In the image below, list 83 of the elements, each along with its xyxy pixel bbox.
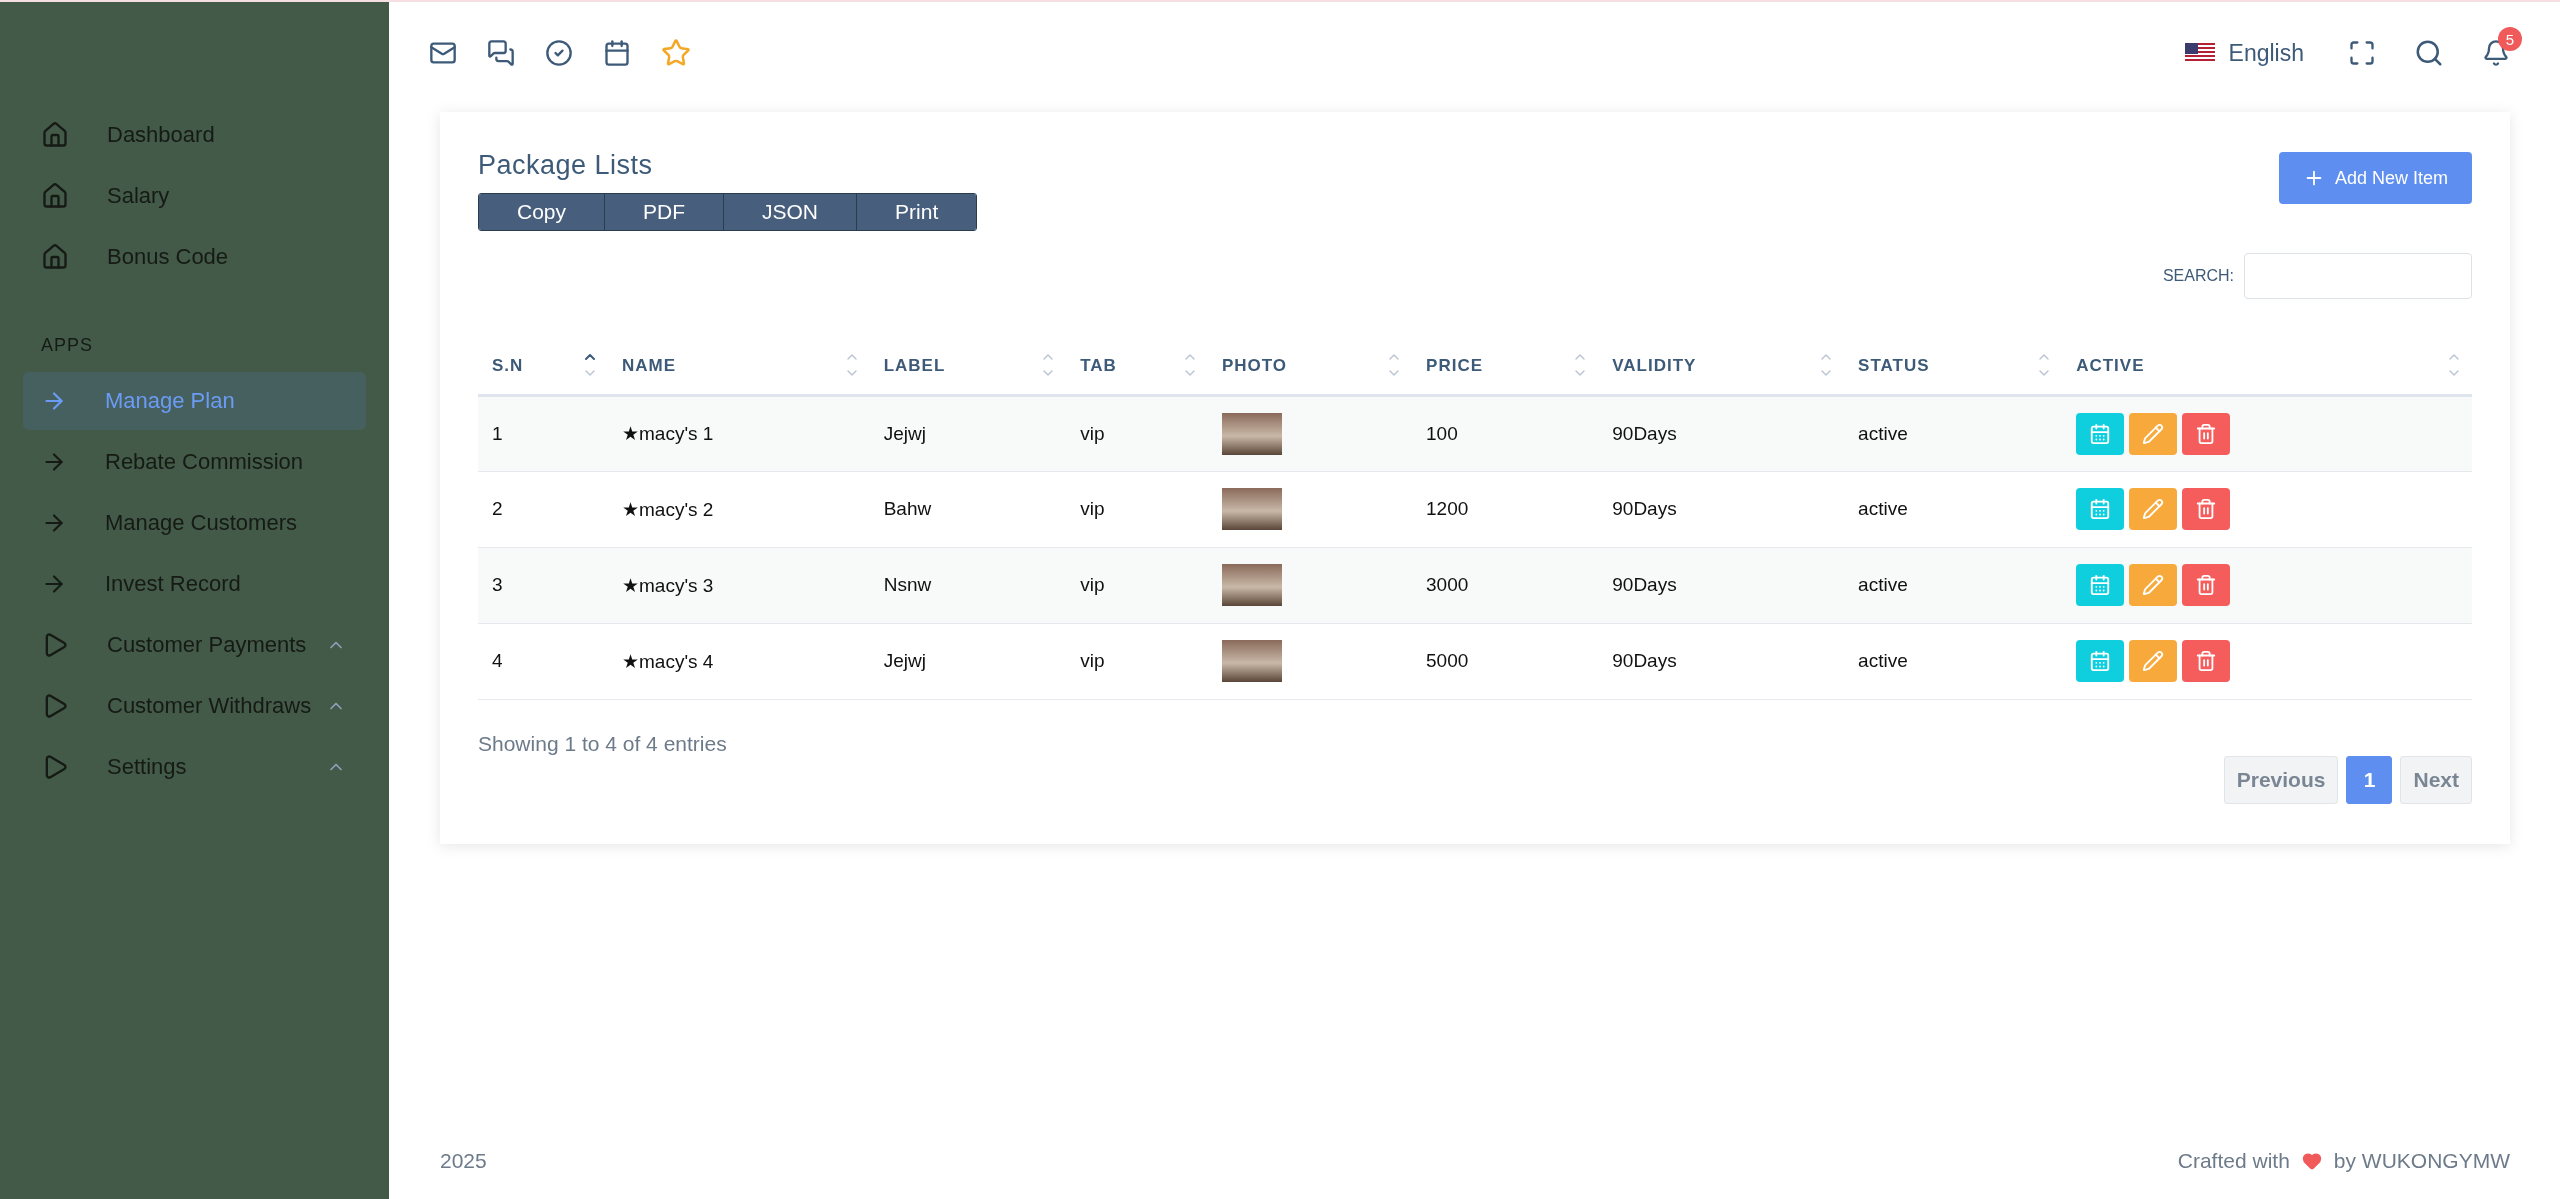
delete-button[interactable] — [2182, 564, 2231, 606]
section-title: APPS — [40, 334, 95, 357]
table-cell: active — [1844, 395, 2063, 471]
table-cell: Jejwj — [869, 623, 1067, 699]
table-cell: ★macy's 4 — [608, 623, 870, 699]
pencil-icon — [2142, 574, 2165, 596]
table-cell: ★macy's 3 — [608, 547, 870, 623]
language-selector[interactable]: English — [2178, 38, 2310, 68]
calendar-button[interactable] — [2076, 488, 2125, 530]
entries-info: Showing 1 to 4 of 4 entries — [478, 731, 728, 756]
calendar-icon — [2089, 498, 2112, 520]
table-cell: 100 — [1412, 395, 1599, 471]
photo-placeholder — [1221, 640, 1282, 682]
table-cell: vip — [1066, 395, 1208, 471]
search-field[interactable] — [2244, 253, 2472, 299]
table-cell: active — [1844, 623, 2063, 699]
edit-button[interactable] — [2129, 564, 2178, 606]
table-cell: 3 — [478, 547, 609, 623]
calendar-icon — [2089, 574, 2112, 596]
photo-placeholder — [1221, 412, 1282, 455]
table-cell: 2 — [478, 471, 609, 547]
table-cell: active — [1844, 471, 2063, 547]
star-icon[interactable] — [661, 38, 691, 68]
chat-icon[interactable] — [487, 39, 515, 67]
table-cell: 5000 — [1412, 623, 1599, 699]
table-cell: Nsnw — [869, 547, 1067, 623]
fullscreen-icon[interactable] — [2348, 39, 2376, 67]
table-cell: vip — [1066, 623, 1208, 699]
trash-icon — [2195, 498, 2218, 520]
export-button[interactable]: JSON — [724, 194, 858, 230]
delete-button[interactable] — [2182, 412, 2231, 455]
table-cell: 90Days — [1598, 547, 1845, 623]
search-icon[interactable] — [2414, 38, 2444, 68]
table-cell: 3000 — [1412, 547, 1599, 623]
pencil-icon — [2142, 498, 2165, 520]
table-cell: 1200 — [1412, 471, 1599, 547]
heart-icon — [2301, 1151, 2322, 1171]
edit-button[interactable] — [2129, 412, 2178, 455]
table-cell: Jejwj — [869, 395, 1067, 471]
card-title: Package Lists — [478, 150, 654, 181]
export-button[interactable]: PDF — [605, 194, 725, 230]
pencil-icon — [2142, 650, 2165, 672]
export-button[interactable]: Print — [857, 194, 977, 230]
table-cell: vip — [1066, 471, 1208, 547]
table-cell: active — [1844, 547, 2063, 623]
photo-placeholder — [1221, 564, 1282, 606]
table-cell: 90Days — [1598, 471, 1845, 547]
house-icon — [41, 243, 69, 271]
photo-placeholder — [1221, 488, 1282, 530]
table-cell: ★macy's 1 — [608, 395, 870, 471]
notification-badge: 5 — [2498, 27, 2522, 51]
calendar-button[interactable] — [2076, 564, 2125, 606]
calendar-icon — [2089, 650, 2112, 672]
house-icon — [41, 121, 69, 149]
table-cell: Bahw — [869, 471, 1067, 547]
calendar-button[interactable] — [2076, 640, 2125, 682]
calendar-icon[interactable] — [603, 39, 631, 67]
table-cell: 1 — [478, 395, 609, 471]
table-cell: vip — [1066, 547, 1208, 623]
trash-icon — [2195, 574, 2218, 596]
calendar-icon — [2089, 422, 2112, 445]
flag-icon — [2184, 43, 2215, 63]
edit-button[interactable] — [2129, 488, 2178, 530]
export-button[interactable]: Copy — [479, 194, 606, 230]
calendar-button[interactable] — [2076, 412, 2125, 455]
edit-button[interactable] — [2129, 640, 2178, 682]
delete-button[interactable] — [2182, 640, 2231, 682]
table-cell: ★macy's 2 — [608, 471, 870, 547]
pagination-button[interactable]: Next — [2400, 755, 2472, 804]
trash-icon — [2195, 650, 2218, 672]
pencil-icon — [2142, 422, 2165, 445]
house-icon — [41, 182, 69, 210]
trash-icon — [2195, 422, 2218, 445]
table-cell: 4 — [478, 623, 609, 699]
table-cell: 90Days — [1598, 395, 1845, 471]
pagination-button[interactable]: Previous — [2223, 755, 2339, 804]
delete-button[interactable] — [2182, 488, 2231, 530]
credit-author: by WUKONGYMW — [2333, 1149, 2510, 1173]
credit-text: Crafted with — [2177, 1149, 2290, 1173]
check-circle-icon[interactable] — [545, 39, 573, 67]
table-cell: 90Days — [1598, 623, 1845, 699]
search-label: SEARCH: — [2162, 267, 2234, 285]
copyright-text: 2025 — [440, 1149, 487, 1173]
